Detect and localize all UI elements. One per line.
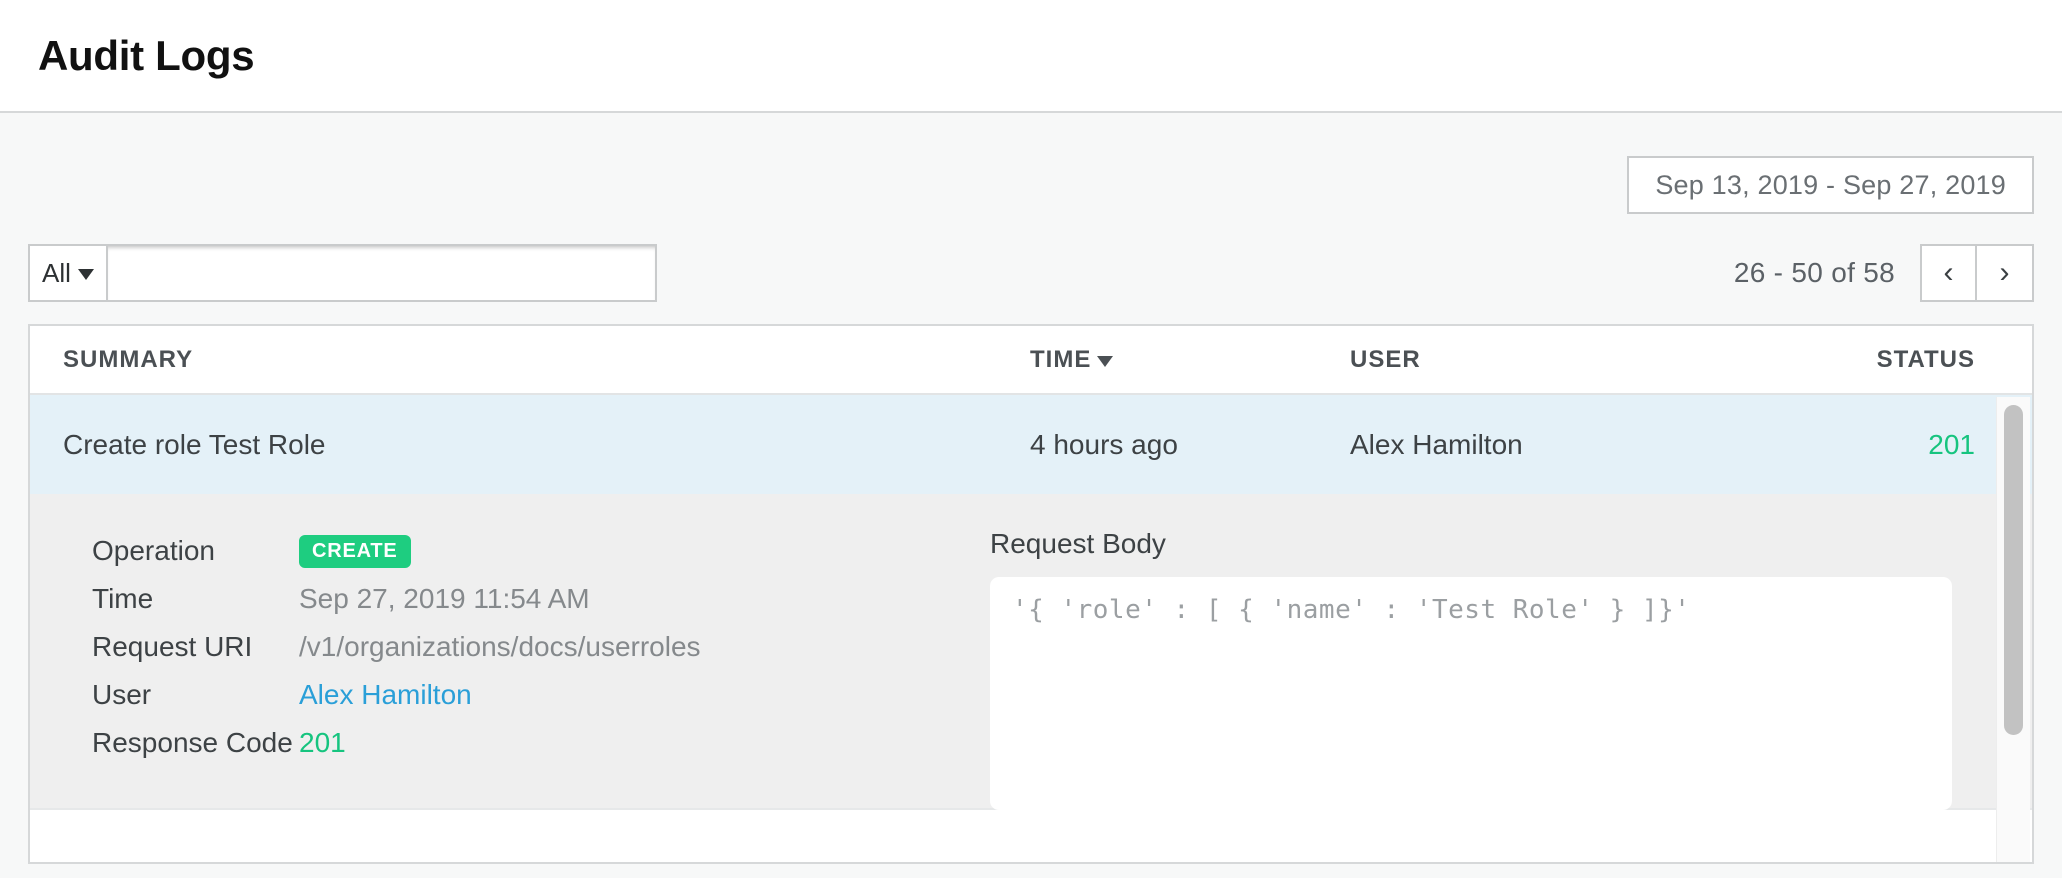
table-row[interactable]: Create role Test Role 4 hours ago Alex H… xyxy=(30,395,2032,494)
audit-logs-table: SUMMARY TIME USER STATUS Create role Tes… xyxy=(28,324,2034,864)
detail-label-request-uri: Request URI xyxy=(92,631,299,663)
column-header-time-label: TIME xyxy=(1030,346,1091,374)
request-body-label: Request Body xyxy=(990,528,1952,560)
date-range-picker[interactable]: Sep 13, 2019 - Sep 27, 2019 xyxy=(1627,156,2034,214)
detail-value-time: Sep 27, 2019 11:54 AM xyxy=(299,583,590,615)
request-body-section: Request Body '{ 'role' : [ { 'name' : 'T… xyxy=(990,528,2032,808)
search-input[interactable] xyxy=(106,244,657,302)
detail-value-response-code: 201 xyxy=(299,727,346,759)
detail-value-request-uri: /v1/organizations/docs/userroles xyxy=(299,631,701,663)
page-header: Audit Logs xyxy=(0,0,2062,113)
previous-page-button[interactable]: ‹ xyxy=(1920,244,1977,302)
table-scrollbar[interactable] xyxy=(1996,397,2030,862)
pagination-buttons: ‹ › xyxy=(1920,244,2034,302)
row-summary: Create role Test Role xyxy=(30,429,1030,461)
next-row-partial[interactable] xyxy=(30,808,2032,864)
row-user: Alex Hamilton xyxy=(1350,429,1680,461)
detail-fields: Operation CREATE Time Sep 27, 2019 11:54… xyxy=(30,528,990,808)
row-status: 201 xyxy=(1680,429,2030,461)
operation-badge: CREATE xyxy=(299,535,411,568)
table-header-row: SUMMARY TIME USER STATUS xyxy=(30,326,2032,395)
page-title: Audit Logs xyxy=(38,32,254,80)
search-group: All xyxy=(28,244,657,302)
filter-dropdown[interactable]: All xyxy=(28,244,106,302)
table-scrollbar-thumb[interactable] xyxy=(2004,405,2023,735)
request-body-content: '{ 'role' : [ { 'name' : 'Test Role' } ]… xyxy=(990,577,1952,810)
detail-field-response-code: Response Code 201 xyxy=(92,720,990,766)
chevron-down-icon xyxy=(78,269,94,280)
column-header-time[interactable]: TIME xyxy=(1030,346,1350,374)
filter-row: All 26 - 50 of 58 ‹ › xyxy=(28,244,2034,302)
detail-field-time: Time Sep 27, 2019 11:54 AM xyxy=(92,576,990,622)
detail-label-user: User xyxy=(92,679,299,711)
detail-field-request-uri: Request URI /v1/organizations/docs/userr… xyxy=(92,624,990,670)
detail-field-operation: Operation CREATE xyxy=(92,528,990,574)
detail-label-response-code: Response Code xyxy=(92,727,299,759)
sort-descending-icon xyxy=(1097,356,1113,367)
detail-field-user: User Alex Hamilton xyxy=(92,672,990,718)
date-range-row: Sep 13, 2019 - Sep 27, 2019 xyxy=(28,113,2034,214)
column-header-user[interactable]: USER xyxy=(1350,346,1680,374)
detail-label-operation: Operation xyxy=(92,535,299,567)
pagination: 26 - 50 of 58 ‹ › xyxy=(1734,244,2034,302)
detail-label-time: Time xyxy=(92,583,299,615)
column-header-status[interactable]: STATUS xyxy=(1680,346,2030,374)
pagination-range-label: 26 - 50 of 58 xyxy=(1734,257,1895,289)
filter-dropdown-label: All xyxy=(42,258,71,289)
next-page-button[interactable]: › xyxy=(1977,244,2034,302)
row-detail-panel: Operation CREATE Time Sep 27, 2019 11:54… xyxy=(30,494,2032,808)
detail-value-user-link[interactable]: Alex Hamilton xyxy=(299,679,472,711)
audit-logs-body: Sep 13, 2019 - Sep 27, 2019 All 26 - 50 … xyxy=(0,113,2062,878)
row-time: 4 hours ago xyxy=(1030,429,1350,461)
column-header-summary[interactable]: SUMMARY xyxy=(30,346,1030,374)
